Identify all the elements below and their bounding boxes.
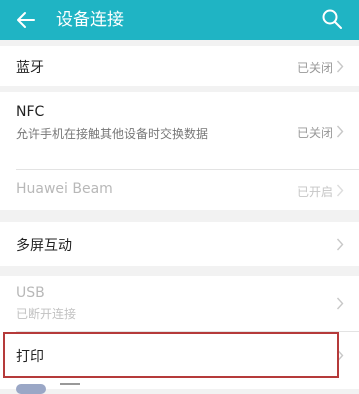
highlight-box bbox=[3, 332, 339, 378]
nfc-status: 已关闭 bbox=[296, 126, 333, 140]
chevron-right-icon bbox=[336, 184, 344, 197]
toggle-icon bbox=[16, 384, 46, 394]
search-icon[interactable] bbox=[321, 8, 343, 30]
multi-screen-label: 多屏互动 bbox=[16, 238, 72, 254]
usb-label: USB bbox=[16, 285, 45, 301]
chevron-right-icon bbox=[336, 60, 344, 73]
partial-label-fragment bbox=[60, 383, 80, 385]
huawei-beam-status: 已开启 bbox=[296, 185, 333, 199]
multi-screen-card: 多屏互动 bbox=[0, 222, 359, 266]
chevron-right-icon bbox=[336, 238, 344, 251]
bluetooth-status: 已关闭 bbox=[296, 61, 333, 75]
bluetooth-card: 蓝牙 已关闭 bbox=[0, 46, 359, 86]
nfc-description: 允许手机在接触其他设备时交换数据 bbox=[16, 127, 209, 141]
page-title: 设备连接 bbox=[56, 10, 124, 30]
bluetooth-label: 蓝牙 bbox=[16, 60, 44, 76]
huawei-beam-row: Huawei Beam 已开启 bbox=[0, 170, 359, 210]
next-row-partial bbox=[0, 379, 359, 394]
arrow-left-icon[interactable] bbox=[14, 8, 38, 32]
nfc-card: NFC 允许手机在接触其他设备时交换数据 已关闭 Huawei Beam 已开启 bbox=[0, 92, 359, 210]
chevron-right-icon bbox=[336, 297, 344, 310]
chevron-right-icon bbox=[336, 125, 344, 138]
usb-status: 已断开连接 bbox=[16, 307, 77, 321]
usb-row: USB 已断开连接 bbox=[0, 276, 359, 330]
multi-screen-row[interactable]: 多屏互动 bbox=[0, 222, 359, 266]
nfc-row[interactable]: NFC 允许手机在接触其他设备时交换数据 已关闭 bbox=[0, 92, 359, 168]
bluetooth-row[interactable]: 蓝牙 已关闭 bbox=[0, 46, 359, 86]
nfc-label: NFC bbox=[16, 104, 45, 120]
huawei-beam-label: Huawei Beam bbox=[16, 181, 113, 197]
app-bar: 设备连接 bbox=[0, 0, 359, 40]
